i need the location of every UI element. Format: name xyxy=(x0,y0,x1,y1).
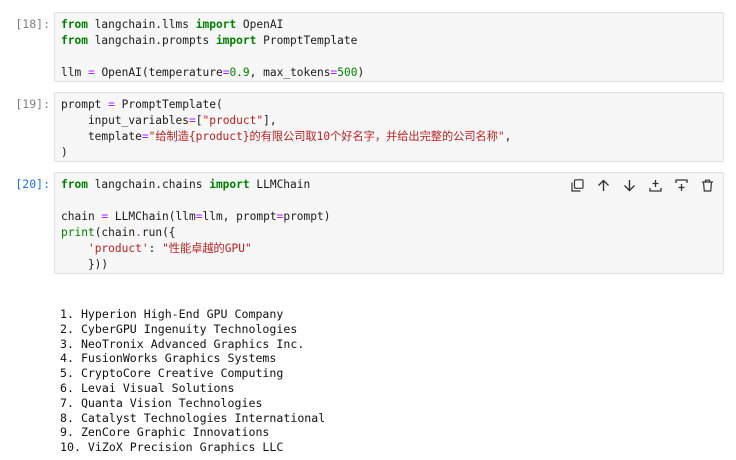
code-token: prompt xyxy=(61,98,109,111)
code-token: "product" xyxy=(202,114,264,127)
code-line: print(chain.run({ xyxy=(61,225,330,241)
code-cell-18[interactable]: [18]: from langchain.llms import OpenAI f… xyxy=(15,12,724,82)
code-token: LLMChain xyxy=(249,178,311,191)
code-token: chain xyxy=(61,210,102,223)
code-line: input_variables=["product"], xyxy=(61,113,511,129)
code-line: 'product': "性能卓越的GPU" xyxy=(61,241,330,257)
code-token: llm xyxy=(61,66,88,79)
code-token: . xyxy=(135,226,142,239)
code-line: ) xyxy=(61,145,511,161)
code-token: ) xyxy=(61,146,68,159)
code-text[interactable]: from langchain.llms import OpenAI from la… xyxy=(61,17,364,81)
code-text[interactable]: prompt = PromptTemplate( input_variables… xyxy=(61,97,511,161)
code-token: = xyxy=(108,98,115,111)
code-token: (chain xyxy=(94,226,136,239)
code-token: : xyxy=(148,242,163,255)
execution-count-18: [18]: xyxy=(15,17,50,31)
code-token: "给制造{product}的有限公司取10个好名字，并给出完整的公司名称" xyxy=(148,130,505,143)
execution-count-20: [20]: xyxy=(15,177,50,191)
code-editor[interactable]: from langchain.chains import LLMChain cha… xyxy=(54,172,724,274)
code-token: , xyxy=(504,130,512,143)
code-token: from xyxy=(61,178,88,191)
move-up-icon[interactable] xyxy=(595,177,611,193)
code-token: print xyxy=(61,226,95,239)
code-editor[interactable]: prompt = PromptTemplate( input_variables… xyxy=(54,92,724,162)
move-down-icon[interactable] xyxy=(621,177,637,193)
code-token: langchain.chains xyxy=(87,178,210,191)
output-line: 5. CryptoCore Creative Computing xyxy=(60,366,284,381)
output-line: 6. Levai Visual Solutions xyxy=(60,380,235,395)
code-token: OpenAI(temperature xyxy=(94,66,223,79)
code-token: import xyxy=(215,34,257,47)
code-token: = xyxy=(141,130,149,143)
code-token: template xyxy=(61,130,142,143)
code-token: 500 xyxy=(337,66,358,79)
execution-count-19: [19]: xyxy=(15,97,50,111)
code-line: chain = LLMChain(llm=llm, prompt=prompt) xyxy=(61,209,330,225)
code-token: langchain.prompts xyxy=(87,34,216,47)
output-line: 10. ViZoX Precision Graphics LLC xyxy=(60,440,284,455)
code-token: OpenAI xyxy=(236,18,284,31)
code-token: 0.9 xyxy=(229,66,250,79)
output-line: 7. Quanta Vision Technologies xyxy=(60,395,263,410)
code-token: = xyxy=(188,114,196,127)
insert-below-icon[interactable] xyxy=(673,177,689,193)
cell-output: 1. Hyperion High-End GPU Company 2. Cyber… xyxy=(60,307,325,455)
code-line: llm = OpenAI(temperature=0.9, max_tokens… xyxy=(61,65,364,81)
code-token: import xyxy=(209,178,250,191)
code-token: 'product' xyxy=(87,242,149,255)
code-token: import xyxy=(195,18,237,31)
code-token: run({ xyxy=(141,226,176,239)
code-token: ], xyxy=(263,114,277,127)
code-editor[interactable]: from langchain.llms import OpenAI from la… xyxy=(54,12,724,82)
code-token: PromptTemplate xyxy=(256,34,358,47)
code-line: from langchain.chains import LLMChain xyxy=(61,177,330,193)
code-cell-20[interactable]: [20]: from langchain.chains import LLMCh… xyxy=(15,172,724,274)
insert-above-icon[interactable] xyxy=(647,177,663,193)
code-token: ) xyxy=(357,66,365,79)
output-line: 3. NeoTronix Advanced Graphics Inc. xyxy=(60,336,305,351)
code-token: from xyxy=(61,18,88,31)
code-token: input_variables xyxy=(61,114,189,127)
output-line: 4. FusionWorks Graphics Systems xyxy=(60,351,277,366)
code-line: prompt = PromptTemplate( xyxy=(61,97,511,113)
code-cell-19[interactable]: [19]: prompt = PromptTemplate( input_var… xyxy=(15,92,724,162)
code-token: , max_tokens xyxy=(249,66,331,79)
code-token: llm, prompt xyxy=(202,210,277,223)
output-line: 2. CyberGPU Ingenuity Technologies xyxy=(60,321,298,336)
output-line: 9. ZenCore Graphic Innovations xyxy=(60,425,270,440)
code-token: prompt) xyxy=(283,210,331,223)
code-token: })) xyxy=(61,258,109,271)
code-text[interactable]: from langchain.chains import LLMChain cha… xyxy=(61,177,330,273)
output-line: 8. Catalyst Technologies International xyxy=(60,410,326,425)
delete-icon[interactable] xyxy=(699,177,715,193)
code-line: })) xyxy=(61,257,330,273)
code-token: LLMChain(llm xyxy=(108,210,196,223)
output-line: 1. Hyperion High-End GPU Company xyxy=(60,307,284,321)
cell-toolbar xyxy=(569,177,715,193)
code-line: template="给制造{product}的有限公司取10个好名字，并给出完整… xyxy=(61,129,511,145)
code-token: = xyxy=(87,66,95,79)
code-token: langchain.llms xyxy=(87,18,196,31)
copy-icon[interactable] xyxy=(569,177,585,193)
code-token: "性能卓越的GPU" xyxy=(162,242,252,255)
code-line: from langchain.prompts import PromptTemp… xyxy=(61,33,364,49)
code-token: PromptTemplate( xyxy=(114,98,223,111)
code-line: from langchain.llms import OpenAI xyxy=(61,17,364,33)
code-token: from xyxy=(61,34,88,47)
